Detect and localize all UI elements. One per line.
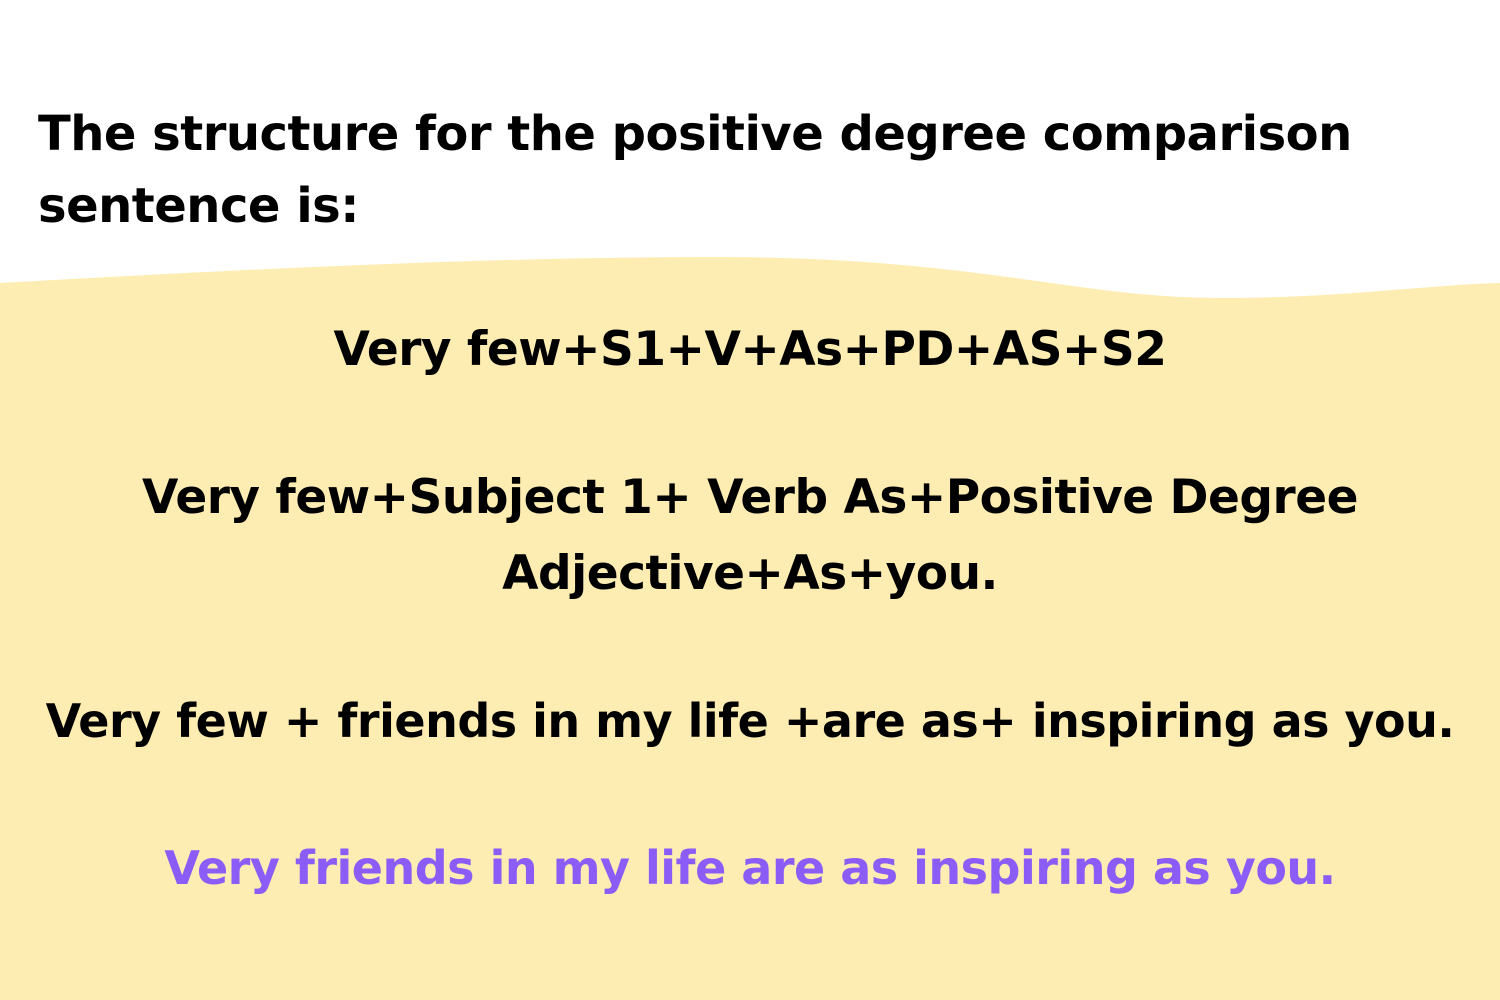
example-sentence: Very friends in my life are as inspiring… — [164, 841, 1336, 895]
formula-abbreviated: Very few+S1+V+As+PD+AS+S2 — [333, 322, 1167, 377]
formula-full: Very few+Subject 1+ Verb As+Positive Deg… — [142, 470, 1358, 601]
example-broken-down: Very few + friends in my life +are as+ i… — [45, 694, 1455, 748]
page-heading: The structure for the positive degree co… — [38, 106, 1352, 234]
